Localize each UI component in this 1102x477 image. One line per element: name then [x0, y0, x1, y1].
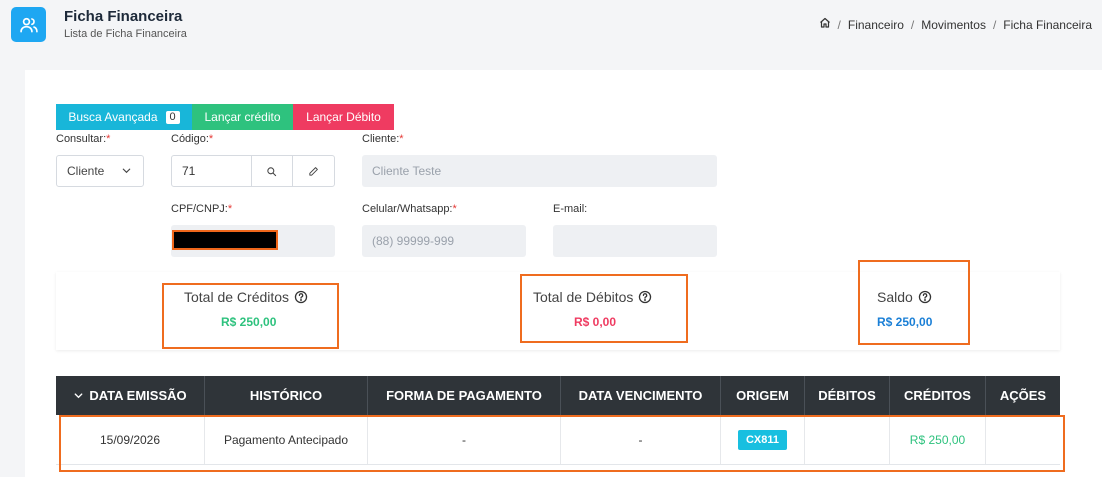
email-label: E-mail:: [553, 203, 588, 215]
th-acoes: AÇÕES: [999, 388, 1047, 403]
breadcrumb-separator: /: [910, 17, 915, 32]
celular-label: Celular/Whatsapp:*: [362, 203, 457, 215]
highlight-creditos: [162, 283, 339, 349]
breadcrumb: / Financeiro / Movimentos / Ficha Financ…: [819, 17, 1092, 32]
redaction-box: [172, 230, 278, 250]
codigo-input[interactable]: 71: [172, 156, 251, 186]
top-bar: Ficha Financeira Lista de Ficha Financei…: [0, 0, 1102, 60]
breadcrumb-separator: /: [837, 17, 841, 32]
th-historico[interactable]: HISTÓRICO: [205, 376, 368, 415]
highlight-saldo: [858, 260, 970, 345]
chevron-down-icon: [74, 393, 83, 399]
pencil-icon[interactable]: [292, 156, 334, 186]
cliente-label: Cliente:*: [362, 133, 404, 145]
page-subtitle: Lista de Ficha Financeira: [64, 28, 187, 40]
cliente-field: Cliente Teste: [362, 155, 717, 187]
codigo-label: Código:*: [171, 133, 214, 145]
th-creditos[interactable]: CRÉDITOS: [890, 376, 986, 415]
highlight-row: [59, 415, 1065, 472]
home-icon[interactable]: [819, 17, 831, 32]
consultar-label: Consultar:*: [56, 133, 111, 145]
th-debitos[interactable]: DÉBITOS: [805, 376, 890, 415]
page-title: Ficha Financeira: [64, 8, 183, 25]
busca-count-badge: 0: [165, 110, 180, 124]
busca-avancada-label: Busca Avançada: [68, 110, 158, 124]
celular-field: (88) 99999-999: [362, 225, 526, 257]
breadcrumb-item-movimentos[interactable]: Movimentos: [921, 18, 986, 32]
consultar-value: Cliente: [67, 164, 105, 178]
breadcrumb-separator: /: [992, 17, 997, 32]
breadcrumb-item-ficha-financeira: Ficha Financeira: [1003, 17, 1092, 32]
th-data-vencimento[interactable]: DATA VENCIMENTO: [561, 376, 721, 415]
search-icon[interactable]: [250, 156, 293, 186]
cpf-cnpj-label: CPF/CNPJ:*: [171, 203, 233, 215]
codigo-field-group: 71: [171, 155, 335, 187]
th-forma-pagamento[interactable]: FORMA DE PAGAMENTO: [368, 376, 561, 415]
email-field: [553, 225, 717, 257]
highlight-debitos: [520, 274, 688, 343]
table-header: DATA EMISSÃO HISTÓRICO FORMA DE PAGAMENT…: [56, 376, 1060, 415]
users-icon: [11, 7, 46, 42]
th-origem[interactable]: ORIGEM: [721, 376, 805, 415]
lancar-debito-button[interactable]: Lançar Débito: [293, 104, 394, 130]
chevron-down-icon: [121, 165, 132, 179]
busca-avancada-button[interactable]: Busca Avançada 0: [56, 104, 192, 130]
breadcrumb-item-financeiro[interactable]: Financeiro: [848, 18, 904, 32]
th-data-emissao[interactable]: DATA EMISSÃO: [56, 376, 205, 415]
lancar-credito-button[interactable]: Lançar crédito: [192, 104, 293, 130]
consultar-select[interactable]: Cliente: [56, 155, 144, 187]
